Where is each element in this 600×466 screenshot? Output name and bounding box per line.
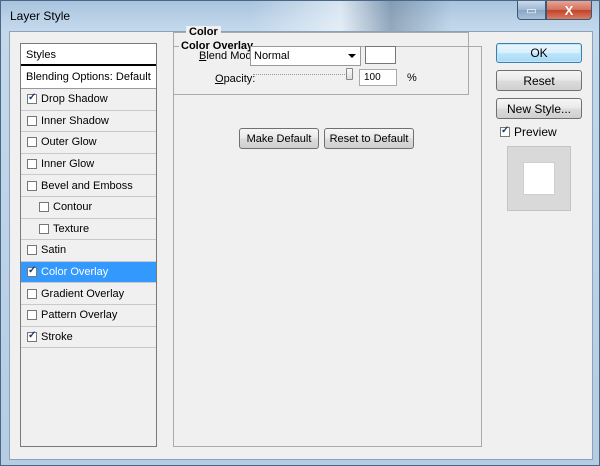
style-item[interactable]: Outer Glow — [21, 132, 156, 154]
style-item-label: Bevel and Emboss — [41, 179, 133, 192]
style-item-label: Color Overlay — [41, 266, 109, 279]
dialog-window: Layer Style ▭ X Styles Blending Options:… — [0, 0, 600, 466]
style-checkbox[interactable] — [27, 245, 37, 256]
style-item[interactable]: Satin — [21, 240, 156, 262]
make-default-button[interactable]: Make Default — [239, 128, 319, 149]
style-item[interactable]: Stroke — [21, 327, 156, 349]
style-items: Drop Shadow Inner Shadow Outer Glow Inner G… — [21, 89, 156, 349]
style-item[interactable]: Inner Shadow — [21, 111, 156, 133]
opacity-slider-track[interactable] — [253, 74, 353, 75]
style-item-label: Stroke — [41, 330, 73, 343]
style-item-label: Texture — [53, 222, 90, 235]
style-item[interactable]: Inner Glow — [21, 154, 156, 176]
style-item-label: Outer Glow — [41, 136, 97, 149]
color-group-title: Color — [186, 26, 221, 38]
style-checkbox[interactable] — [27, 115, 37, 126]
styles-header[interactable]: Styles — [21, 44, 156, 66]
new-style-button[interactable]: New Style... — [496, 98, 582, 119]
style-item-label: Drop Shadow — [41, 93, 108, 106]
ok-button[interactable]: OK — [496, 43, 582, 63]
style-checkbox[interactable] — [27, 310, 37, 321]
dialog-client-area: Styles Blending Options: Default Drop Sh… — [9, 31, 593, 460]
style-checkbox[interactable] — [27, 330, 37, 342]
help-glyph: ▭ — [526, 4, 537, 17]
style-item[interactable]: Contour — [21, 197, 156, 219]
style-item[interactable]: Bevel and Emboss — [21, 175, 156, 197]
style-item-label: Gradient Overlay — [41, 287, 125, 300]
preview-swatch — [523, 162, 555, 195]
style-checkbox[interactable] — [27, 137, 37, 148]
opacity-unit: % — [407, 72, 417, 84]
window-title: Layer Style — [10, 9, 71, 23]
style-item-label: Inner Glow — [41, 158, 95, 171]
opacity-label-rest: pacity: — [223, 73, 256, 85]
preview-thumbnail — [507, 146, 571, 211]
reset-to-default-button[interactable]: Reset to Default — [324, 128, 414, 149]
style-checkbox[interactable] — [27, 288, 37, 299]
preview-label: Preview — [514, 125, 557, 139]
style-item-label: Satin — [41, 244, 67, 257]
blend-mode-select[interactable]: Normal — [250, 46, 361, 66]
color-overlay-panel: Color Overlay — [173, 40, 482, 447]
style-checkbox[interactable] — [39, 223, 49, 234]
help-icon[interactable]: ▭ — [517, 1, 546, 20]
opacity-slider-thumb[interactable] — [346, 68, 353, 80]
opacity-label: Opacity: — [215, 73, 256, 85]
close-button[interactable]: X — [546, 1, 592, 20]
chevron-down-icon — [348, 54, 356, 58]
style-item[interactable]: Pattern Overlay — [21, 305, 156, 327]
style-checkbox[interactable] — [27, 180, 37, 191]
style-checkbox[interactable] — [27, 92, 37, 105]
preview-toggle[interactable]: Preview — [500, 125, 557, 139]
style-item-label: Pattern Overlay — [41, 309, 118, 322]
opacity-input[interactable]: 100 — [359, 69, 397, 86]
style-item[interactable]: Drop Shadow — [21, 89, 156, 111]
title-glow — [251, 1, 451, 31]
style-checkbox[interactable] — [39, 202, 49, 213]
style-item[interactable]: Gradient Overlay — [21, 283, 156, 305]
style-item-label: Contour — [53, 201, 93, 214]
style-item-label: Inner Shadow — [41, 114, 109, 127]
reset-button[interactable]: Reset — [496, 70, 582, 91]
close-icon: X — [564, 2, 574, 18]
blending-options-item[interactable]: Blending Options: Default — [21, 66, 156, 89]
style-item[interactable]: Texture — [21, 219, 156, 241]
new-style-label: New Style... — [506, 101, 572, 116]
style-item[interactable]: Color Overlay — [21, 261, 156, 284]
style-checkbox[interactable] — [27, 159, 37, 170]
preview-checkbox[interactable] — [500, 125, 510, 137]
style-checkbox[interactable] — [27, 265, 37, 278]
title-bar[interactable]: Layer Style ▭ X — [1, 1, 600, 31]
overlay-color-swatch[interactable] — [365, 46, 396, 64]
blend-mode-value: Normal — [254, 50, 290, 62]
styles-list: Styles Blending Options: Default Drop Sh… — [20, 43, 157, 447]
